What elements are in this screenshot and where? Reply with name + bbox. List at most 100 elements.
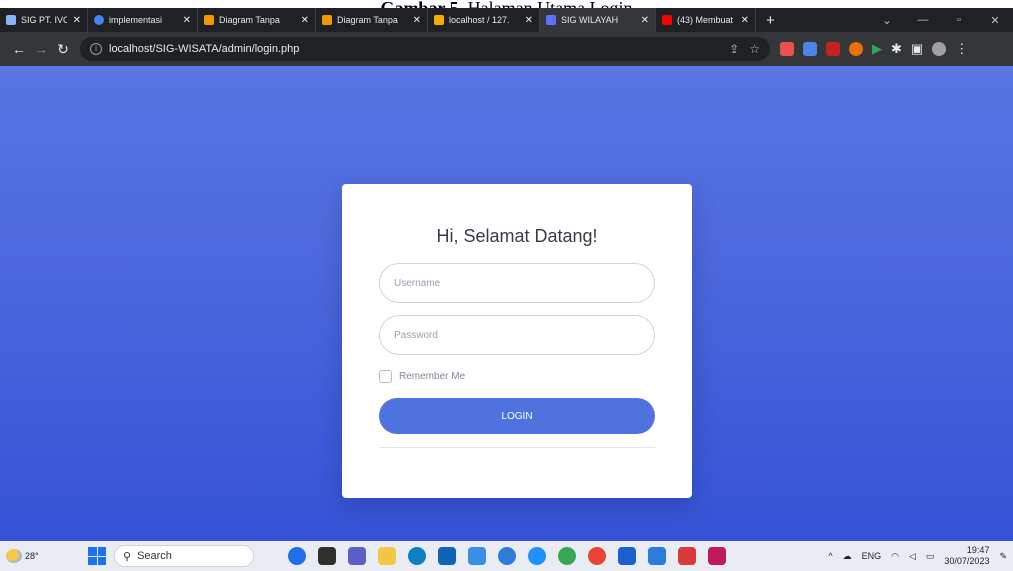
back-arrow-icon[interactable]: ← xyxy=(8,41,30,57)
page-viewport: Hi, Selamat Datang! Remember Me LOGIN xyxy=(0,66,1013,541)
remember-me-checkbox[interactable] xyxy=(379,370,392,383)
battery-icon[interactable]: ▭ xyxy=(926,551,935,562)
close-icon[interactable]: ✕ xyxy=(73,15,81,26)
search-icon: ⚲ xyxy=(123,550,132,563)
browser-tab-bar: SIG PT. IVO Ma ✕ implementasi ✕ Diagram … xyxy=(0,8,1013,32)
profile-avatar[interactable] xyxy=(932,42,947,56)
reload-icon[interactable]: ↻ xyxy=(52,41,74,58)
browser-toolbar: ← → ↻ i localhost/SIG-WISATA/admin/login… xyxy=(0,32,1013,66)
translate-extension-icon[interactable] xyxy=(803,42,817,56)
browser-tab[interactable]: SIG PT. IVO Ma ✕ xyxy=(0,8,88,32)
figure-caption: Gambar 5. Halaman Utama Login xyxy=(0,0,1013,8)
menu-kebab-icon[interactable]: ⋮ xyxy=(955,41,968,57)
search-label: Search xyxy=(137,550,172,562)
extensions-area: ▶ ✱ ▣ ⋮ xyxy=(780,41,968,57)
browser-tab[interactable]: Diagram Tanpa ✕ xyxy=(198,8,316,32)
browser-tab[interactable]: localhost / 127. ✕ xyxy=(428,8,540,32)
chevron-up-icon[interactable]: ^ xyxy=(828,551,832,561)
youtube-icon xyxy=(662,15,672,25)
edge-icon[interactable] xyxy=(408,547,426,565)
volume-icon[interactable]: ◁ xyxy=(909,551,916,562)
window-close-icon[interactable]: ✕ xyxy=(977,14,1013,27)
minimize-icon[interactable]: — xyxy=(905,14,941,27)
login-title: Hi, Selamat Datang! xyxy=(436,226,598,246)
browser-tab-active[interactable]: SIG WILAYAH ✕ xyxy=(540,8,656,32)
new-tab-button[interactable]: + xyxy=(756,12,785,29)
tab-search-icon[interactable]: ⌄ xyxy=(869,14,905,27)
temperature: 28° xyxy=(25,551,39,561)
taskbar-search[interactable]: ⚲ Search xyxy=(114,545,254,567)
extension-icon[interactable] xyxy=(849,42,863,56)
word-icon[interactable] xyxy=(618,547,636,565)
close-icon[interactable]: ✕ xyxy=(301,15,309,26)
tab-favicon-icon xyxy=(204,15,214,25)
clock-date: 30/07/2023 xyxy=(944,556,990,566)
caption-text: Halaman Utama Login xyxy=(468,0,633,8)
taskbar-app-icon[interactable] xyxy=(498,547,516,565)
side-panel-icon[interactable]: ▣ xyxy=(911,41,923,57)
system-tray: ^ ☁ ENG ◠ ◁ ▭ 19:47 30/07/2023 ✎ xyxy=(828,545,1007,567)
bookmark-star-icon[interactable]: ☆ xyxy=(749,42,760,56)
taskbar-app-icon[interactable] xyxy=(438,547,456,565)
taskbar-app-icon[interactable] xyxy=(708,547,726,565)
clock[interactable]: 19:47 30/07/2023 xyxy=(944,545,989,567)
login-button[interactable]: LOGIN xyxy=(379,398,655,434)
pinned-apps xyxy=(288,547,726,565)
login-card: Hi, Selamat Datang! Remember Me LOGIN xyxy=(342,184,692,498)
tab-favicon-icon xyxy=(322,15,332,25)
remember-me-label: Remember Me xyxy=(399,371,466,382)
tab-title: SIG WILAYAH xyxy=(561,15,619,25)
divider xyxy=(379,447,655,448)
taskbar-app-icon[interactable] xyxy=(528,547,546,565)
password-input[interactable] xyxy=(379,315,655,355)
extension-icon[interactable] xyxy=(780,42,794,56)
wifi-icon[interactable]: ◠ xyxy=(891,551,899,562)
tab-favicon-icon xyxy=(94,15,104,25)
close-icon[interactable]: ✕ xyxy=(525,15,533,26)
tab-title: Diagram Tanpa xyxy=(219,15,280,25)
share-icon[interactable]: ⇪ xyxy=(729,42,739,56)
close-icon[interactable]: ✕ xyxy=(413,15,421,26)
browser-tab[interactable]: implementasi ✕ xyxy=(88,8,198,32)
taskbar-app-icon[interactable] xyxy=(348,547,366,565)
extensions-puzzle-icon[interactable]: ✱ xyxy=(891,41,902,57)
weather-widget[interactable]: 28° xyxy=(6,549,68,563)
browser-tab[interactable]: Diagram Tanpa ✕ xyxy=(316,8,428,32)
taskbar-app-icon[interactable] xyxy=(318,547,336,565)
address-bar[interactable]: i localhost/SIG-WISATA/admin/login.php ⇪… xyxy=(80,37,770,61)
taskbar-app-icon[interactable] xyxy=(288,547,306,565)
tab-title: localhost / 127. xyxy=(449,15,510,25)
info-icon[interactable]: i xyxy=(90,43,102,55)
tab-title: Diagram Tanpa xyxy=(337,15,398,25)
xampp-icon[interactable] xyxy=(678,547,696,565)
tab-title: SIG PT. IVO Ma xyxy=(21,15,67,25)
clock-time: 19:47 xyxy=(966,545,990,555)
tab-title: (43) Membuat xyxy=(677,15,734,25)
weather-icon xyxy=(6,549,22,563)
whatsapp-icon[interactable] xyxy=(558,547,576,565)
window-controls: ⌄ — ▫ ✕ xyxy=(869,14,1013,27)
close-icon[interactable]: ✕ xyxy=(183,15,191,26)
tab-favicon-icon xyxy=(546,15,556,25)
start-button[interactable] xyxy=(88,547,106,565)
tab-favicon-icon xyxy=(434,15,444,25)
close-icon[interactable]: ✕ xyxy=(641,15,649,26)
folder-icon[interactable] xyxy=(378,547,396,565)
windows-taskbar: 28° ⚲ Search ^ ☁ ENG ◠ ◁ ▭ 19:47 30/07/2… xyxy=(0,541,1013,571)
tab-favicon-icon xyxy=(6,15,16,25)
browser-tab[interactable]: (43) Membuat ✕ xyxy=(656,8,756,32)
chrome-icon[interactable] xyxy=(588,547,606,565)
close-icon[interactable]: ✕ xyxy=(741,15,749,26)
username-input[interactable] xyxy=(379,263,655,303)
extension-icon[interactable] xyxy=(826,42,840,56)
play-icon[interactable]: ▶ xyxy=(872,41,882,57)
restore-icon[interactable]: ▫ xyxy=(941,14,977,27)
vscode-icon[interactable] xyxy=(648,547,666,565)
language-indicator[interactable]: ENG xyxy=(862,551,882,561)
notification-icon[interactable]: ✎ xyxy=(999,551,1007,562)
taskbar-app-icon[interactable] xyxy=(468,547,486,565)
forward-arrow-icon[interactable]: → xyxy=(30,41,52,57)
caption-label: Gambar 5. xyxy=(380,0,463,8)
remember-me[interactable]: Remember Me xyxy=(379,370,465,383)
cloud-icon[interactable]: ☁ xyxy=(843,551,852,562)
